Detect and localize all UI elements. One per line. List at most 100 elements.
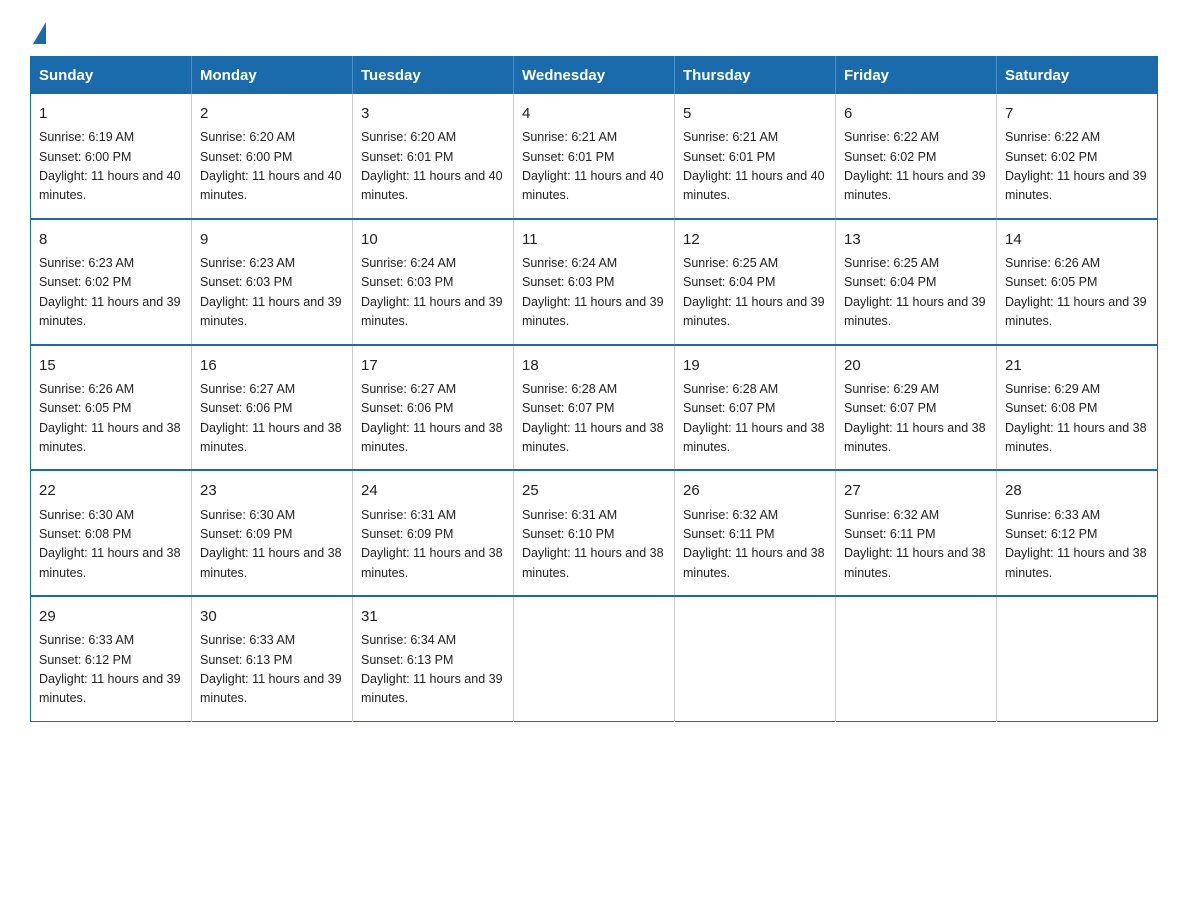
sunrise-label: Sunrise: 6:34 AM — [361, 633, 456, 647]
daylight-label: Daylight: 11 hours and 38 minutes. — [39, 546, 181, 579]
calendar-cell: 28 Sunrise: 6:33 AM Sunset: 6:12 PM Dayl… — [997, 470, 1158, 596]
sunrise-label: Sunrise: 6:32 AM — [844, 508, 939, 522]
sunset-label: Sunset: 6:02 PM — [1005, 150, 1097, 164]
sunset-label: Sunset: 6:12 PM — [39, 653, 131, 667]
sunset-label: Sunset: 6:12 PM — [1005, 527, 1097, 541]
daylight-label: Daylight: 11 hours and 39 minutes. — [844, 169, 986, 202]
calendar-body: 1 Sunrise: 6:19 AM Sunset: 6:00 PM Dayli… — [31, 94, 1158, 721]
calendar-week-row: 1 Sunrise: 6:19 AM Sunset: 6:00 PM Dayli… — [31, 94, 1158, 219]
sunset-label: Sunset: 6:11 PM — [683, 527, 775, 541]
sunrise-label: Sunrise: 6:24 AM — [522, 256, 617, 270]
sunrise-label: Sunrise: 6:22 AM — [1005, 130, 1100, 144]
calendar-cell: 21 Sunrise: 6:29 AM Sunset: 6:08 PM Dayl… — [997, 345, 1158, 471]
calendar-cell: 7 Sunrise: 6:22 AM Sunset: 6:02 PM Dayli… — [997, 94, 1158, 219]
sunrise-label: Sunrise: 6:27 AM — [200, 382, 295, 396]
daylight-label: Daylight: 11 hours and 39 minutes. — [683, 295, 825, 328]
weekday-header-thursday: Thursday — [675, 57, 836, 95]
sunrise-label: Sunrise: 6:27 AM — [361, 382, 456, 396]
daylight-label: Daylight: 11 hours and 38 minutes. — [844, 421, 986, 454]
sunset-label: Sunset: 6:02 PM — [39, 275, 131, 289]
sunrise-label: Sunrise: 6:23 AM — [39, 256, 134, 270]
sunrise-label: Sunrise: 6:28 AM — [522, 382, 617, 396]
sunset-label: Sunset: 6:03 PM — [522, 275, 614, 289]
calendar-cell: 4 Sunrise: 6:21 AM Sunset: 6:01 PM Dayli… — [514, 94, 675, 219]
sunset-label: Sunset: 6:08 PM — [1005, 401, 1097, 415]
sunset-label: Sunset: 6:01 PM — [683, 150, 775, 164]
sunrise-label: Sunrise: 6:26 AM — [1005, 256, 1100, 270]
sunrise-label: Sunrise: 6:31 AM — [522, 508, 617, 522]
daylight-label: Daylight: 11 hours and 40 minutes. — [683, 169, 825, 202]
calendar-cell: 19 Sunrise: 6:28 AM Sunset: 6:07 PM Dayl… — [675, 345, 836, 471]
sunset-label: Sunset: 6:03 PM — [200, 275, 292, 289]
sunset-label: Sunset: 6:07 PM — [844, 401, 936, 415]
sunrise-label: Sunrise: 6:29 AM — [1005, 382, 1100, 396]
daylight-label: Daylight: 11 hours and 38 minutes. — [683, 546, 825, 579]
logo-top — [30, 20, 46, 44]
sunrise-label: Sunrise: 6:24 AM — [361, 256, 456, 270]
sunset-label: Sunset: 6:06 PM — [200, 401, 292, 415]
daylight-label: Daylight: 11 hours and 39 minutes. — [200, 295, 342, 328]
calendar-cell: 1 Sunrise: 6:19 AM Sunset: 6:00 PM Dayli… — [31, 94, 192, 219]
day-number: 28 — [1005, 479, 1149, 502]
calendar-cell: 6 Sunrise: 6:22 AM Sunset: 6:02 PM Dayli… — [836, 94, 997, 219]
calendar-cell — [675, 596, 836, 721]
day-number: 20 — [844, 354, 988, 377]
sunrise-label: Sunrise: 6:20 AM — [200, 130, 295, 144]
daylight-label: Daylight: 11 hours and 39 minutes. — [1005, 295, 1147, 328]
sunrise-label: Sunrise: 6:25 AM — [844, 256, 939, 270]
daylight-label: Daylight: 11 hours and 38 minutes. — [683, 421, 825, 454]
sunset-label: Sunset: 6:02 PM — [844, 150, 936, 164]
calendar-week-row: 15 Sunrise: 6:26 AM Sunset: 6:05 PM Dayl… — [31, 345, 1158, 471]
sunrise-label: Sunrise: 6:26 AM — [39, 382, 134, 396]
calendar-header: SundayMondayTuesdayWednesdayThursdayFrid… — [31, 57, 1158, 95]
day-number: 6 — [844, 102, 988, 125]
calendar-cell: 27 Sunrise: 6:32 AM Sunset: 6:11 PM Dayl… — [836, 470, 997, 596]
sunrise-label: Sunrise: 6:31 AM — [361, 508, 456, 522]
calendar-week-row: 22 Sunrise: 6:30 AM Sunset: 6:08 PM Dayl… — [31, 470, 1158, 596]
day-number: 14 — [1005, 228, 1149, 251]
weekday-header-monday: Monday — [192, 57, 353, 95]
sunrise-label: Sunrise: 6:30 AM — [200, 508, 295, 522]
day-number: 5 — [683, 102, 827, 125]
sunset-label: Sunset: 6:13 PM — [361, 653, 453, 667]
calendar-week-row: 8 Sunrise: 6:23 AM Sunset: 6:02 PM Dayli… — [31, 219, 1158, 345]
daylight-label: Daylight: 11 hours and 38 minutes. — [39, 421, 181, 454]
calendar-cell: 24 Sunrise: 6:31 AM Sunset: 6:09 PM Dayl… — [353, 470, 514, 596]
sunrise-label: Sunrise: 6:30 AM — [39, 508, 134, 522]
calendar-cell: 15 Sunrise: 6:26 AM Sunset: 6:05 PM Dayl… — [31, 345, 192, 471]
calendar-cell: 22 Sunrise: 6:30 AM Sunset: 6:08 PM Dayl… — [31, 470, 192, 596]
daylight-label: Daylight: 11 hours and 38 minutes. — [200, 421, 342, 454]
weekday-header-friday: Friday — [836, 57, 997, 95]
sunset-label: Sunset: 6:11 PM — [844, 527, 936, 541]
calendar-table: SundayMondayTuesdayWednesdayThursdayFrid… — [30, 56, 1158, 722]
weekday-header-saturday: Saturday — [997, 57, 1158, 95]
sunrise-label: Sunrise: 6:32 AM — [683, 508, 778, 522]
sunset-label: Sunset: 6:00 PM — [200, 150, 292, 164]
sunset-label: Sunset: 6:06 PM — [361, 401, 453, 415]
sunrise-label: Sunrise: 6:20 AM — [361, 130, 456, 144]
calendar-cell: 2 Sunrise: 6:20 AM Sunset: 6:00 PM Dayli… — [192, 94, 353, 219]
daylight-label: Daylight: 11 hours and 39 minutes. — [1005, 169, 1147, 202]
sunset-label: Sunset: 6:01 PM — [361, 150, 453, 164]
sunset-label: Sunset: 6:03 PM — [361, 275, 453, 289]
sunrise-label: Sunrise: 6:25 AM — [683, 256, 778, 270]
daylight-label: Daylight: 11 hours and 38 minutes. — [361, 421, 503, 454]
daylight-label: Daylight: 11 hours and 39 minutes. — [361, 295, 503, 328]
calendar-cell: 17 Sunrise: 6:27 AM Sunset: 6:06 PM Dayl… — [353, 345, 514, 471]
calendar-cell: 30 Sunrise: 6:33 AM Sunset: 6:13 PM Dayl… — [192, 596, 353, 721]
calendar-cell: 5 Sunrise: 6:21 AM Sunset: 6:01 PM Dayli… — [675, 94, 836, 219]
sunrise-label: Sunrise: 6:33 AM — [1005, 508, 1100, 522]
calendar-cell: 14 Sunrise: 6:26 AM Sunset: 6:05 PM Dayl… — [997, 219, 1158, 345]
calendar-cell: 31 Sunrise: 6:34 AM Sunset: 6:13 PM Dayl… — [353, 596, 514, 721]
calendar-cell: 16 Sunrise: 6:27 AM Sunset: 6:06 PM Dayl… — [192, 345, 353, 471]
day-number: 4 — [522, 102, 666, 125]
day-number: 22 — [39, 479, 183, 502]
sunset-label: Sunset: 6:01 PM — [522, 150, 614, 164]
day-number: 24 — [361, 479, 505, 502]
daylight-label: Daylight: 11 hours and 39 minutes. — [361, 672, 503, 705]
sunset-label: Sunset: 6:13 PM — [200, 653, 292, 667]
daylight-label: Daylight: 11 hours and 38 minutes. — [1005, 421, 1147, 454]
day-number: 23 — [200, 479, 344, 502]
sunrise-label: Sunrise: 6:21 AM — [522, 130, 617, 144]
day-number: 30 — [200, 605, 344, 628]
